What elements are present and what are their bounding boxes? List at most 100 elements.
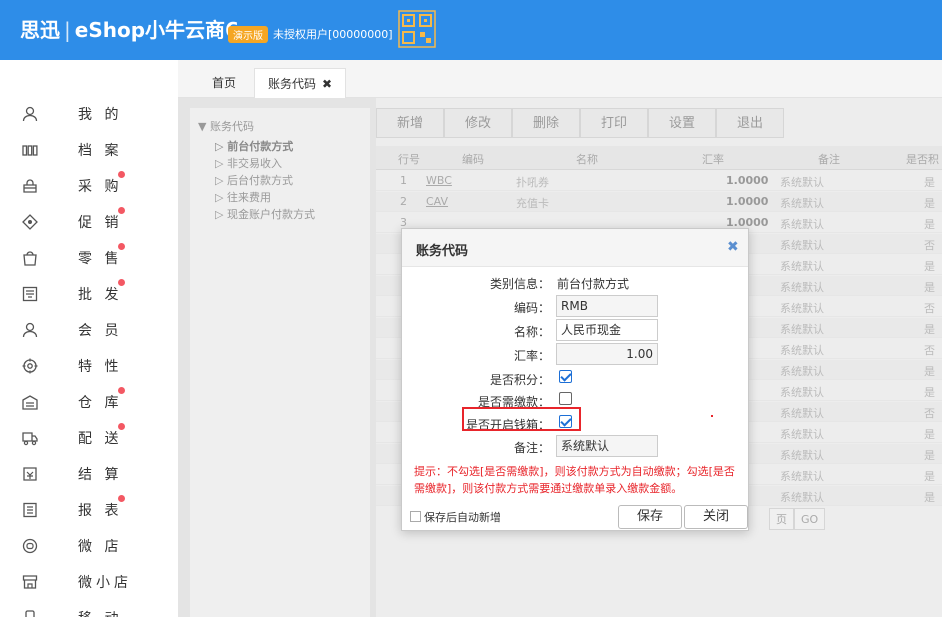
cell-note: 系统默认 [780,260,824,273]
name-field[interactable]: 人民币现金 [556,319,658,341]
cell-flag: 是 [924,491,935,504]
toolbar: 新增 修改 删除 打印 设置 退出 [376,108,784,138]
print-button[interactable]: 打印 [580,108,648,138]
user-status[interactable]: 未授权用户[00000000] [273,26,393,42]
points-checkbox[interactable] [559,370,572,383]
sidebar-item-settlement[interactable]: 结 算 [0,456,178,492]
settings-button[interactable]: 设置 [648,108,716,138]
sidebar-item-mobile[interactable]: 移 动 [0,600,178,617]
tree-item-front-payment[interactable]: ▷ 前台付款方式 [215,138,293,154]
archive-icon [22,145,38,156]
close-tab-icon[interactable]: ✖ [322,77,332,91]
delete-button[interactable]: 删除 [512,108,580,138]
col-rate: 汇率 [702,153,724,166]
tree-item-non-trade-income[interactable]: ▷ 非交易收入 [215,155,282,171]
rate-field[interactable]: 1.00 [556,343,658,365]
sidebar-item-wholesale[interactable]: 批 发 [0,276,178,312]
close-button[interactable]: 关闭 [684,505,748,529]
dialog-body: 类别信息： 前台付款方式 编码： RMB 名称： 人民币现金 汇率： 1.00 … [402,267,748,530]
auto-new-option[interactable]: 保存后自动新增 [410,509,501,525]
sidebar-item-archive[interactable]: 档 案 [0,132,178,168]
tree-root[interactable]: ▼ 账务代码 [198,118,254,134]
cell-flag: 是 [924,281,935,294]
sidebar-item-promotion[interactable]: 促 销 [0,204,178,240]
top-header: 思迅 | eShop小牛云商6 演示版 未授权用户[00000000] [0,0,942,60]
report-icon [23,502,37,518]
tree-item-cash-account-payment[interactable]: ▷ 现金账户付款方式 [215,206,315,222]
notification-dot [118,423,125,430]
sidebar-item-label: 微 店 [78,539,123,555]
exit-button[interactable]: 退出 [716,108,784,138]
retail-bag-icon [23,251,37,266]
sidebar-item-label: 会 员 [78,323,123,339]
cell-n: 2 [400,195,407,208]
cell-note: 系统默认 [780,344,824,357]
sidebar-item-label: 档 案 [78,143,123,159]
payment-checkbox[interactable] [559,392,572,405]
left-sidebar: 我 的 档 案 采 购 促 销 零 售 批 发 会 员 特 性 仓 库 配 送 [0,60,178,617]
cell-note: 系统默认 [780,386,824,399]
col-row: 行号 [398,153,420,166]
add-button[interactable]: 新增 [376,108,444,138]
cell-name: 扑吼券 [516,176,549,189]
category-row: 类别信息： 前台付款方式 [402,271,748,293]
cell-flag: 是 [924,449,935,462]
highlight-box [462,407,581,431]
go-button[interactable]: GO [794,508,826,530]
sidebar-item-label: 特 性 [78,359,123,375]
tab-home[interactable]: 首页 [196,68,252,98]
tab-label: 账务代码 [267,77,316,91]
auto-new-checkbox[interactable] [410,511,421,522]
close-icon[interactable]: ✖ [727,239,739,255]
code-field[interactable]: RMB [556,295,658,317]
sidebar-item-mini-shop[interactable]: 微小店 [0,564,178,600]
cell-note: 系统默认 [780,281,824,294]
tab-account-codes[interactable]: 账务代码 ✖ [254,68,346,98]
cell-rate: 1.0000 [726,174,769,187]
cell-note: 系统默认 [780,407,824,420]
cell-note: 系统默认 [780,197,824,210]
qr-code-icon[interactable] [398,10,436,48]
cell-note: 系统默认 [780,218,824,231]
dialog-header: 账务代码 ✖ [402,229,748,267]
table-row[interactable]: 2 CAV 充值卡 1.0000 系统默认 是 [376,192,942,212]
dialog-footer: 保存后自动新增 保存 关闭 [410,505,748,529]
product-name: eShop小牛云商6 [74,18,239,42]
cell-flag: 是 [924,260,935,273]
cell-n: 1 [400,174,407,187]
dialog-title: 账务代码 [416,244,469,259]
user-icon [22,106,38,122]
note-field[interactable]: 系统默认 [556,435,658,457]
sidebar-item-mine[interactable]: 我 的 [0,96,178,132]
auto-new-label: 保存后自动新增 [424,511,501,524]
sidebar-item-delivery[interactable]: 配 送 [0,420,178,456]
table-row[interactable]: 1 WBC 扑吼券 1.0000 系统默认 是 [376,171,942,191]
sidebar-item-retail[interactable]: 零 售 [0,240,178,276]
tree-item-back-payment[interactable]: ▷ 后台付款方式 [215,172,293,188]
sidebar-item-warehouse[interactable]: 仓 库 [0,384,178,420]
delivery-truck-icon [22,432,38,446]
save-button[interactable]: 保存 [618,505,682,529]
edit-button[interactable]: 修改 [444,108,512,138]
app-logo: 思迅 | eShop小牛云商6 [20,14,239,43]
purchase-icon [23,179,37,193]
tab-bar: 首页 账务代码 ✖ [178,60,942,98]
notification-dot [118,243,125,250]
cell-code: WBC [426,174,452,187]
brand-name: 思迅 [20,18,60,42]
tree-item-contact-expense[interactable]: ▷ 往来费用 [215,189,271,205]
sidebar-item-purchase[interactable]: 采 购 [0,168,178,204]
mobile-icon [25,610,35,617]
demo-badge: 演示版 [228,26,268,43]
notification-dot [118,387,125,394]
sidebar-item-report[interactable]: 报 表 [0,492,178,528]
sidebar-item-feature[interactable]: 特 性 [0,348,178,384]
cell-note: 系统默认 [780,470,824,483]
sidebar-item-label: 结 算 [78,467,123,483]
warehouse-icon [22,395,38,410]
sidebar-item-wechat-shop[interactable]: 微 店 [0,528,178,564]
col-note: 备注 [818,153,840,166]
notification-dot [118,495,125,502]
points-row: 是否积分： [402,367,748,389]
sidebar-item-member[interactable]: 会 员 [0,312,178,348]
